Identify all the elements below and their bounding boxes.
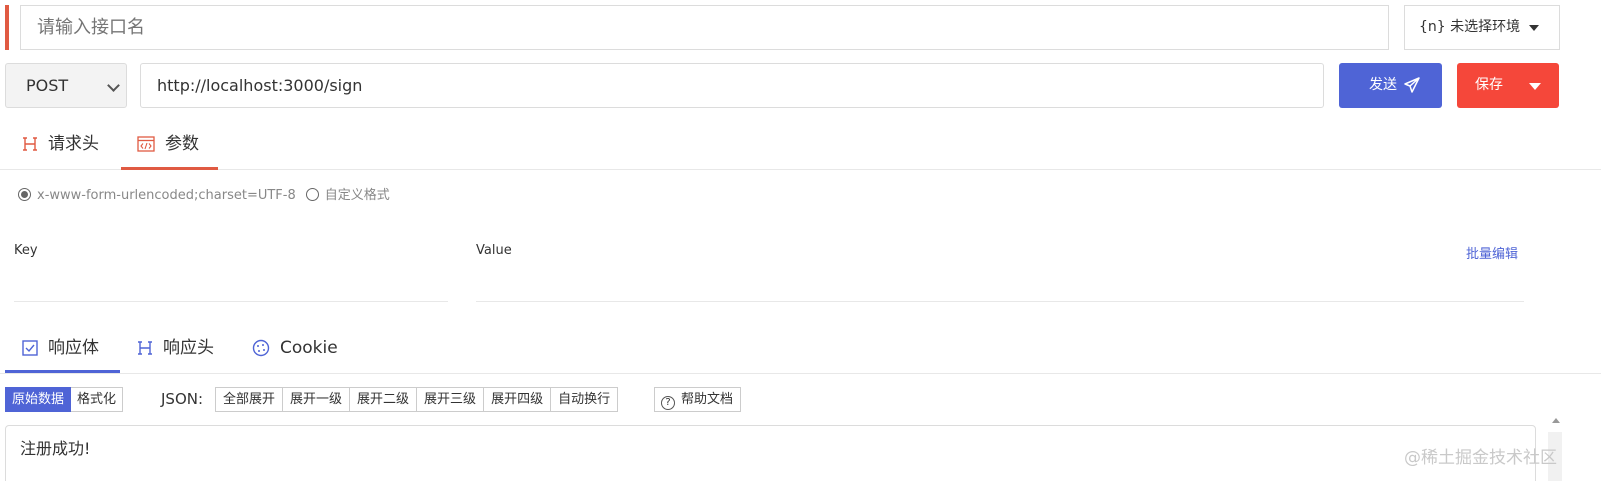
tab-label: 响应头 [163,338,214,358]
method-label: POST [26,76,69,95]
environment-label: {n} 未选择环境 [1419,19,1521,35]
url-value: http://localhost:3000/sign [157,76,363,95]
watermark: @稀土掘金技术社区 [1404,448,1557,468]
tab-label: 响应体 [48,338,99,358]
chevron-down-icon [107,79,120,92]
response-body-area[interactable]: 注册成功! [5,425,1536,481]
tab-label: Cookie [280,338,338,358]
expand-all-button[interactable]: 全部展开 [215,387,284,412]
response-text: 注册成功! [20,439,91,458]
save-button[interactable]: 保存 [1457,63,1559,108]
tab-response-body[interactable]: 响应体 [22,335,99,361]
radio-icon [305,188,319,201]
key-input-underline[interactable] [14,301,448,302]
radio-urlencoded[interactable]: x-www-form-urlencoded;charset=UTF-8 [18,188,296,203]
word-wrap-button[interactable]: 自动换行 [551,387,619,412]
radio-custom-format[interactable]: 自定义格式 [305,188,390,203]
active-tab-indicator [121,167,218,170]
value-input-underline[interactable] [476,301,1524,302]
tab-request-headers[interactable]: 请求头 [22,131,99,157]
help-label: 帮助文档 [681,392,734,407]
expand-level-4-button[interactable]: 展开四级 [484,387,552,412]
header-h-icon [138,341,152,355]
key-column-header: Key [14,243,38,258]
tab-params[interactable]: 参数 [137,131,199,157]
environment-select[interactable]: {n} 未选择环境 [1404,5,1560,50]
paper-plane-icon [1404,77,1420,93]
tab-label: 参数 [165,134,199,154]
radio-icon [18,188,31,201]
save-label: 保存 [1475,77,1503,93]
name-accent-bar [5,5,9,50]
tab-response-headers[interactable]: 响应头 [137,335,214,361]
json-actions: 全部展开 展开一级 展开二级 展开三级 展开四级 自动换行 [215,387,619,412]
expand-level-2-button[interactable]: 展开二级 [350,387,418,412]
tab-cookie[interactable]: Cookie [252,335,338,361]
active-tab-indicator [5,370,120,373]
response-tabs-divider [0,373,1601,374]
url-input[interactable]: http://localhost:3000/sign [140,63,1324,108]
send-label: 发送 [1369,77,1397,93]
value-column-header: Value [476,243,512,258]
question-icon: ? [661,396,675,410]
method-select[interactable]: POST [5,63,127,108]
radio-label: x-www-form-urlencoded;charset=UTF-8 [37,188,296,203]
encoding-options: x-www-form-urlencoded;charset=UTF-8 自定义格式 [18,187,390,205]
code-window-icon [137,136,155,152]
expand-level-1-button[interactable]: 展开一级 [283,387,351,412]
tab-label: 请求头 [48,134,99,154]
help-docs-button[interactable]: ? 帮助文档 [654,387,742,412]
scroll-up-arrow-icon[interactable] [1552,418,1560,423]
radio-label: 自定义格式 [324,188,390,203]
batch-edit-link[interactable]: 批量编辑 [1466,243,1518,262]
checkbox-icon [22,340,38,356]
format-button[interactable]: 格式化 [71,387,124,412]
caret-down-icon[interactable] [1529,83,1541,90]
send-button[interactable]: 发送 [1339,63,1442,108]
view-mode-toggle: 原始数据 格式化 [5,387,124,412]
caret-down-icon [1529,25,1539,31]
raw-data-button[interactable]: 原始数据 [5,387,72,412]
cookie-icon [252,339,270,357]
json-label: JSON: [161,390,204,408]
expand-level-3-button[interactable]: 展开三级 [417,387,485,412]
tabs-divider [0,169,1601,170]
api-name-input[interactable] [20,5,1389,50]
header-h-icon [23,137,37,151]
